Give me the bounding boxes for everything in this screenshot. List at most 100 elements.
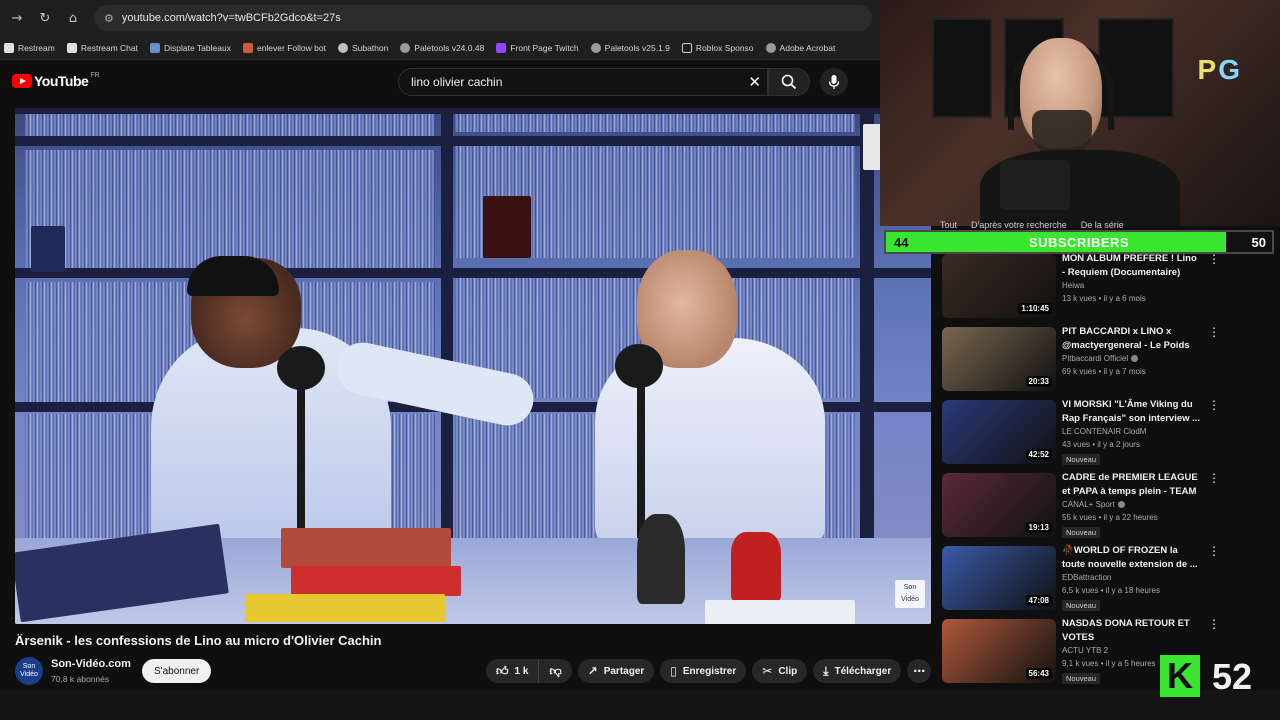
bookmark-item[interactable]: Restream Chat xyxy=(66,42,138,53)
more-options-icon[interactable]: ⋮ xyxy=(1208,544,1220,558)
new-badge: Nouveau xyxy=(1062,527,1101,538)
bookmark-icon xyxy=(337,42,348,53)
more-options-icon[interactable]: ⋮ xyxy=(1208,471,1220,485)
dislike-button[interactable]: 👎︎ xyxy=(539,659,572,683)
search-button[interactable] xyxy=(768,68,810,96)
duration-badge: 47:08 xyxy=(1025,595,1052,606)
recommendation-title[interactable]: CADRE de PREMIER LEAGUE et PAPA à temps … xyxy=(1062,471,1202,499)
share-icon: ↗ xyxy=(587,664,598,678)
bookmark-item[interactable]: Displate Tableaux xyxy=(150,42,231,53)
recommendation-channel[interactable]: CANAL+ Sport xyxy=(1062,500,1125,509)
globe-icon xyxy=(765,42,776,53)
pg-logo: PG xyxy=(1197,54,1242,85)
recommendation-item[interactable]: 42:52 VI MORSKI "L'Âme Viking du Rap Fra… xyxy=(940,398,1220,471)
record-shelf xyxy=(455,114,855,132)
video-thumbnail[interactable]: 56:43 xyxy=(942,619,1056,683)
figurine xyxy=(731,532,781,602)
video-thumbnail[interactable]: 47:08 xyxy=(942,546,1056,610)
recommendation-title[interactable]: VI MORSKI "L'Âme Viking du Rap Français"… xyxy=(1062,398,1202,426)
video-thumbnail[interactable]: 20:33 xyxy=(942,327,1056,391)
microphone-right xyxy=(615,344,663,388)
new-badge: Nouveau xyxy=(1062,600,1101,611)
recommendation-channel[interactable]: LE CONTENAIR ClodM xyxy=(1062,427,1146,436)
bookmark-item[interactable]: Paletools v24.0.48 xyxy=(400,42,484,53)
more-options-icon[interactable]: ⋮ xyxy=(1208,398,1220,412)
search-input[interactable]: lino olivier cachin ✕ xyxy=(398,68,768,96)
recommendation-item[interactable]: 19:13 CADRE de PREMIER LEAGUE et PAPA à … xyxy=(940,471,1220,544)
video-actions: 👍︎ 1 k 👎︎ ↗ Partager ▯ Enregistrer ✂ Cli… xyxy=(486,659,937,683)
recommendation-meta: 9,1 k vues • il y a 5 heures xyxy=(1062,659,1156,668)
site-info-icon[interactable]: ⚙ xyxy=(104,12,114,25)
more-actions-button[interactable]: ⋯ xyxy=(907,659,932,683)
search-query: lino olivier cachin xyxy=(411,75,503,89)
url-field[interactable]: ⚙ youtube.com/watch?v=twBCFb2Gdco&t=27s xyxy=(94,5,872,31)
video-thumbnail[interactable]: 42:52 xyxy=(942,400,1056,464)
thumbs-up-icon: 👍︎ xyxy=(496,663,509,678)
recommendation-item[interactable]: 47:08 🥀WORLD OF FROZEN la toute nouvelle… xyxy=(940,544,1220,617)
channel-avatar[interactable]: Son Vidéo xyxy=(15,657,43,685)
recommendation-title[interactable]: NASDAS DONA RETOUR ET VOTES xyxy=(1062,617,1202,645)
voice-search-button[interactable] xyxy=(820,68,848,96)
shelf-divider xyxy=(441,108,453,538)
recommendation-channel[interactable]: ACTU YTB 2 xyxy=(1062,646,1108,655)
recommendation-channel[interactable]: Heiwa xyxy=(1062,281,1084,290)
bookmark-icon xyxy=(66,42,77,53)
bookmark-item[interactable]: Roblox Sponso xyxy=(681,42,754,53)
youtube-play-icon xyxy=(12,74,32,88)
microphone-left xyxy=(277,346,325,390)
more-options-icon[interactable]: ⋮ xyxy=(1208,617,1220,631)
recommendation-title[interactable]: 🥀WORLD OF FROZEN la toute nouvelle exten… xyxy=(1062,544,1202,572)
recommendation-channel[interactable]: EDBattraction xyxy=(1062,573,1111,582)
recommendation-meta: 13 k vues • il y a 6 mois xyxy=(1062,294,1146,303)
more-options-icon[interactable]: ⋮ xyxy=(1208,252,1220,266)
save-button[interactable]: ▯ Enregistrer xyxy=(660,659,747,683)
recommendations-list: 1:10:45 MON ALBUM PREFERE ! Lino - Requi… xyxy=(940,252,1220,690)
browser-address-bar: → ↻ ⌂ ⚙ youtube.com/watch?v=twBCFb2Gdco&… xyxy=(0,0,880,36)
video-thumbnail[interactable]: 19:13 xyxy=(942,473,1056,537)
bookmark-icon xyxy=(4,42,14,53)
record-shelf xyxy=(25,114,435,136)
duration-badge: 56:43 xyxy=(1025,668,1052,679)
shelf-divider xyxy=(860,108,874,538)
reload-icon[interactable]: ↻ xyxy=(34,7,56,29)
bookmark-item[interactable]: Subathon xyxy=(337,42,388,53)
home-icon[interactable]: ⌂ xyxy=(62,7,84,29)
bookmarks-bar: Restream Restream Chat Displate Tableaux… xyxy=(0,36,880,60)
video-thumbnail[interactable]: 1:10:45 xyxy=(942,254,1056,318)
forward-icon[interactable]: → xyxy=(6,7,28,29)
clip-button[interactable]: ✂ Clip xyxy=(752,659,808,683)
channel-watermark[interactable]: Son Vidéo xyxy=(895,580,925,608)
bookmark-item[interactable]: Front Page Twitch xyxy=(496,42,579,53)
recommendation-item[interactable]: 1:10:45 MON ALBUM PREFERE ! Lino - Requi… xyxy=(940,252,1220,325)
channel-name[interactable]: Son-Vidéo.com xyxy=(51,658,131,670)
bookmark-item[interactable]: Adobe Acrobat xyxy=(765,42,835,53)
bookmark-item[interactable]: Paletools v25.1.9 xyxy=(590,42,670,53)
verified-icon xyxy=(1131,355,1139,363)
share-button[interactable]: ↗ Partager xyxy=(577,659,655,683)
recommendation-title[interactable]: PIT BACCARDI x LINO x @mactyergeneral - … xyxy=(1062,325,1202,353)
subscribe-button[interactable]: S'abonner xyxy=(142,659,212,683)
shelf xyxy=(15,136,931,146)
youtube-logo[interactable]: YouTube FR xyxy=(12,72,100,89)
twitch-icon xyxy=(496,42,507,53)
video-player[interactable]: Son Vidéo xyxy=(15,108,931,624)
more-options-icon[interactable]: ⋮ xyxy=(1208,325,1220,339)
book xyxy=(291,566,461,596)
like-button[interactable]: 👍︎ 1 k xyxy=(486,659,540,683)
globe-icon xyxy=(590,42,601,53)
vinyl-sign xyxy=(31,226,65,272)
streamer-microphone xyxy=(1000,160,1070,210)
recommendation-title[interactable]: MON ALBUM PREFERE ! Lino - Requiem (Docu… xyxy=(1062,252,1202,280)
bookmark-item[interactable]: enlever Follow bot xyxy=(242,42,326,53)
recommendation-channel[interactable]: Pitbaccardi Officiel xyxy=(1062,354,1139,363)
clear-search-icon[interactable]: ✕ xyxy=(748,73,761,91)
download-button[interactable]: ⤓ Télécharger xyxy=(813,659,902,683)
bookmark-icon: ▯ xyxy=(670,664,677,678)
bookmark-item[interactable]: Restream xyxy=(4,42,55,53)
book xyxy=(705,600,855,624)
bottom-strip xyxy=(0,690,1280,720)
folder-icon xyxy=(681,42,692,53)
album-cover xyxy=(483,196,531,258)
recommendation-item[interactable]: 20:33 PIT BACCARDI x LINO x @mactyergene… xyxy=(940,325,1220,398)
recommendation-meta: 43 vues • il y a 2 jours xyxy=(1062,440,1140,449)
